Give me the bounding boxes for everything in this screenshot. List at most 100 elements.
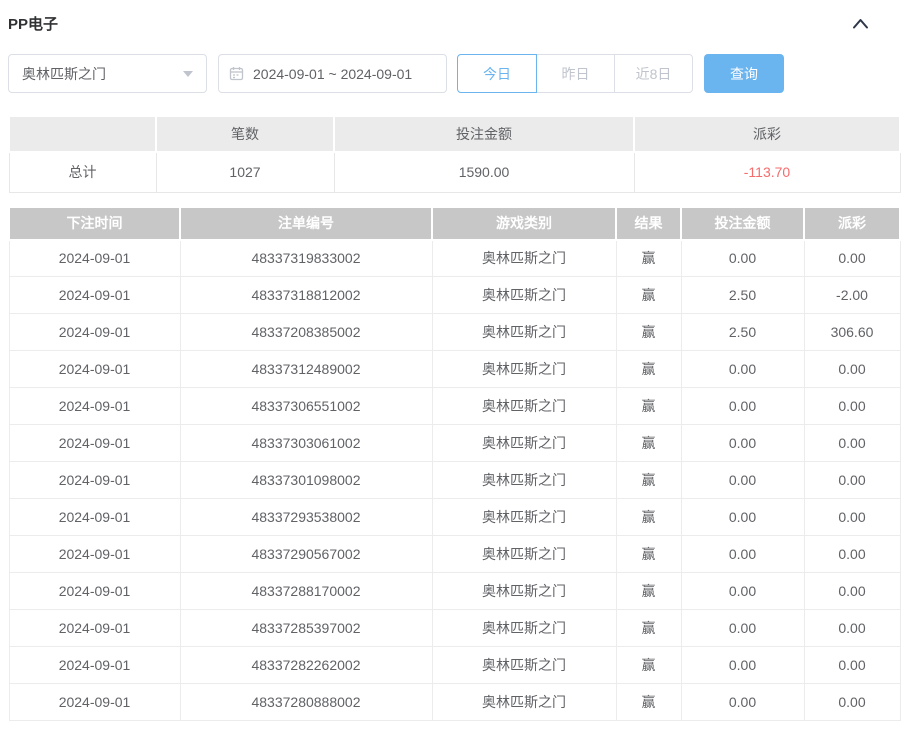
bet-table-body: 2024-09-01 48337319833002 奥林匹斯之门 赢 0.00 …	[8, 239, 901, 721]
cell-payout: 0.00	[803, 461, 901, 499]
cell-payout: 0.00	[803, 683, 901, 721]
cell-bet-time: 2024-09-01	[8, 387, 181, 425]
pp-panel: PP电子 奥林匹斯之门 2024-09-01 ~ 2024-09-01 今日 昨…	[0, 0, 909, 721]
cell-game-category: 奥林匹斯之门	[431, 350, 617, 388]
bet-table-header-row: 下注时间 注单编号 游戏类别 结果 投注金额 派彩	[8, 205, 901, 241]
cell-bet-time: 2024-09-01	[8, 424, 181, 462]
cell-payout: 0.00	[803, 609, 901, 647]
summary-total-bet-amount: 1590.00	[333, 151, 635, 193]
cell-bet-amount: 0.00	[680, 609, 805, 647]
table-row: 2024-09-01 48337318812002 奥林匹斯之门 赢 2.50 …	[8, 276, 901, 314]
summary-header-count: 笔数	[155, 115, 335, 153]
cell-bet-time: 2024-09-01	[8, 646, 181, 684]
cell-bet-amount: 0.00	[680, 683, 805, 721]
today-button[interactable]: 今日	[457, 54, 537, 93]
cell-order-number: 48337318812002	[179, 276, 433, 314]
cell-bet-amount: 0.00	[680, 424, 805, 462]
cell-result: 赢	[615, 461, 682, 499]
cell-result: 赢	[615, 239, 682, 277]
cell-payout: 0.00	[803, 239, 901, 277]
table-row: 2024-09-01 48337285397002 奥林匹斯之门 赢 0.00 …	[8, 609, 901, 647]
cell-game-category: 奥林匹斯之门	[431, 239, 617, 277]
cell-bet-time: 2024-09-01	[8, 609, 181, 647]
cell-bet-time: 2024-09-01	[8, 313, 181, 351]
cell-result: 赢	[615, 498, 682, 536]
yesterday-button[interactable]: 昨日	[536, 54, 615, 93]
cell-order-number: 48337319833002	[179, 239, 433, 277]
table-row: 2024-09-01 48337280888002 奥林匹斯之门 赢 0.00 …	[8, 683, 901, 721]
cell-game-category: 奥林匹斯之门	[431, 609, 617, 647]
cell-result: 赢	[615, 609, 682, 647]
cell-order-number: 48337301098002	[179, 461, 433, 499]
cell-bet-amount: 2.50	[680, 313, 805, 351]
cell-payout: 0.00	[803, 646, 901, 684]
filter-bar: 奥林匹斯之门 2024-09-01 ~ 2024-09-01 今日 昨日 近8日…	[8, 54, 901, 93]
game-select[interactable]: 奥林匹斯之门	[8, 54, 207, 93]
cell-payout: 306.60	[803, 313, 901, 351]
date-range-picker[interactable]: 2024-09-01 ~ 2024-09-01	[218, 54, 447, 93]
cell-bet-time: 2024-09-01	[8, 461, 181, 499]
cell-result: 赢	[615, 350, 682, 388]
cell-game-category: 奥林匹斯之门	[431, 424, 617, 462]
cell-game-category: 奥林匹斯之门	[431, 387, 617, 425]
cell-order-number: 48337312489002	[179, 350, 433, 388]
summary-total-label: 总计	[8, 151, 157, 193]
cell-game-category: 奥林匹斯之门	[431, 313, 617, 351]
cell-game-category: 奥林匹斯之门	[431, 461, 617, 499]
summary-header-row: 笔数 投注金额 派彩	[8, 115, 901, 153]
cell-order-number: 48337293538002	[179, 498, 433, 536]
table-row: 2024-09-01 48337293538002 奥林匹斯之门 赢 0.00 …	[8, 498, 901, 536]
col-result: 结果	[615, 205, 682, 241]
query-button[interactable]: 查询	[704, 54, 784, 93]
summary-header-payout: 派彩	[633, 115, 901, 153]
table-row: 2024-09-01 48337208385002 奥林匹斯之门 赢 2.50 …	[8, 313, 901, 351]
cell-payout: -2.00	[803, 276, 901, 314]
table-row: 2024-09-01 48337319833002 奥林匹斯之门 赢 0.00 …	[8, 239, 901, 277]
table-row: 2024-09-01 48337312489002 奥林匹斯之门 赢 0.00 …	[8, 350, 901, 388]
cell-bet-time: 2024-09-01	[8, 239, 181, 277]
quick-range-group: 今日 昨日 近8日	[457, 54, 693, 93]
cell-result: 赢	[615, 387, 682, 425]
cell-payout: 0.00	[803, 535, 901, 573]
cell-result: 赢	[615, 535, 682, 573]
cell-result: 赢	[615, 276, 682, 314]
cell-order-number: 48337306551002	[179, 387, 433, 425]
cell-order-number: 48337285397002	[179, 609, 433, 647]
cell-payout: 0.00	[803, 424, 901, 462]
panel-header: PP电子	[8, 0, 901, 33]
cell-order-number: 48337303061002	[179, 424, 433, 462]
cell-payout: 0.00	[803, 350, 901, 388]
cell-bet-time: 2024-09-01	[8, 683, 181, 721]
cell-bet-time: 2024-09-01	[8, 498, 181, 536]
chevron-down-icon	[183, 70, 193, 77]
table-row: 2024-09-01 48337290567002 奥林匹斯之门 赢 0.00 …	[8, 535, 901, 573]
collapse-button[interactable]	[850, 16, 871, 31]
cell-game-category: 奥林匹斯之门	[431, 498, 617, 536]
cell-result: 赢	[615, 313, 682, 351]
cell-bet-amount: 0.00	[680, 572, 805, 610]
table-row: 2024-09-01 48337288170002 奥林匹斯之门 赢 0.00 …	[8, 572, 901, 610]
cell-order-number: 48337288170002	[179, 572, 433, 610]
cell-order-number: 48337208385002	[179, 313, 433, 351]
summary-table: 笔数 投注金额 派彩 总计 1027 1590.00 -113.70	[8, 115, 901, 193]
cell-result: 赢	[615, 424, 682, 462]
cell-game-category: 奥林匹斯之门	[431, 276, 617, 314]
cell-order-number: 48337282262002	[179, 646, 433, 684]
last-8-days-button[interactable]: 近8日	[614, 54, 693, 93]
table-row: 2024-09-01 48337301098002 奥林匹斯之门 赢 0.00 …	[8, 461, 901, 499]
summary-header-blank	[8, 115, 157, 153]
summary-total-payout: -113.70	[633, 151, 901, 193]
cell-payout: 0.00	[803, 387, 901, 425]
page-title: PP电子	[8, 15, 59, 33]
calendar-icon	[229, 66, 244, 81]
table-row: 2024-09-01 48337303061002 奥林匹斯之门 赢 0.00 …	[8, 424, 901, 462]
cell-bet-amount: 0.00	[680, 239, 805, 277]
cell-bet-time: 2024-09-01	[8, 572, 181, 610]
cell-game-category: 奥林匹斯之门	[431, 646, 617, 684]
cell-game-category: 奥林匹斯之门	[431, 535, 617, 573]
cell-bet-amount: 0.00	[680, 498, 805, 536]
date-range-value: 2024-09-01 ~ 2024-09-01	[253, 65, 413, 82]
chevron-up-icon	[853, 18, 868, 28]
col-bet-amount: 投注金额	[680, 205, 805, 241]
cell-game-category: 奥林匹斯之门	[431, 572, 617, 610]
